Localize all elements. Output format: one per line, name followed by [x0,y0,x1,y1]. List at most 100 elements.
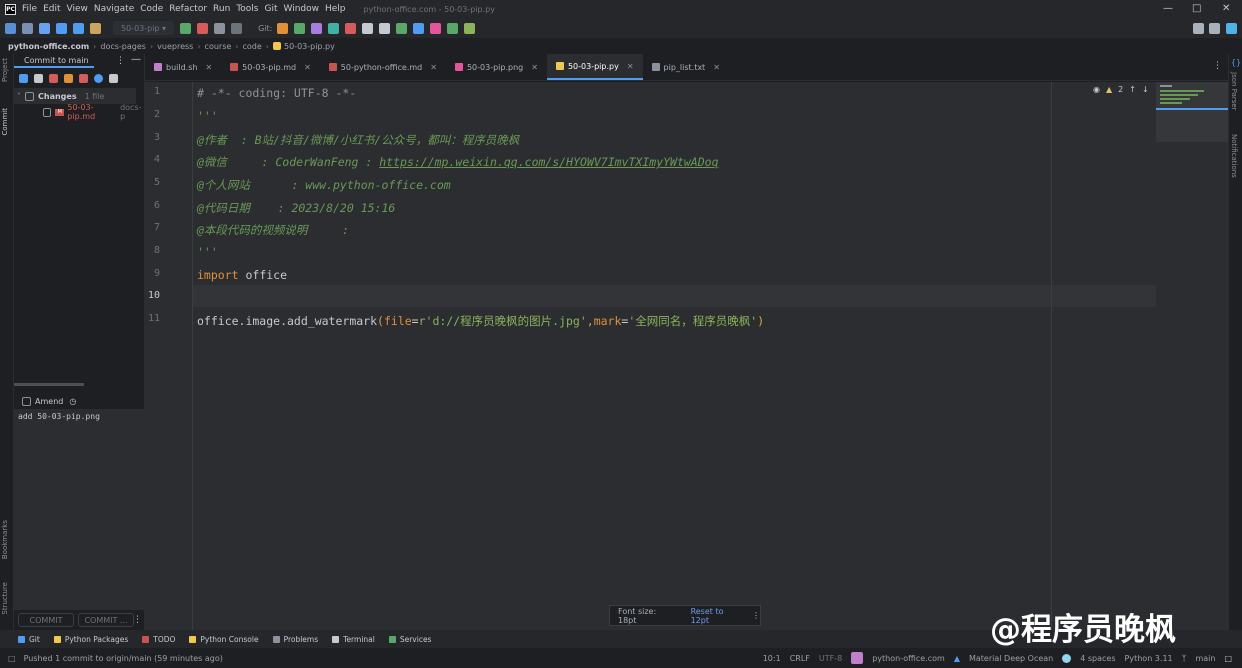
open-folder-icon[interactable] [5,22,16,34]
git-update-icon[interactable] [277,22,289,34]
tool-todo[interactable]: TODO [142,635,175,644]
status-square-icon[interactable]: □ [8,654,16,663]
commit-and-push-button[interactable]: COMMIT ... [78,613,134,627]
commit-button[interactable]: COMMIT [18,613,74,627]
changed-file-row[interactable]: M 50-03-pip.md docs-p [14,103,144,121]
tab-pip-list-txt[interactable]: pip_list.txt ✕ [643,54,729,80]
json-parser-icon[interactable]: {} [1231,58,1241,67]
rollback-icon[interactable] [34,73,43,83]
breadcrumb-root[interactable]: python-office.com [8,42,89,51]
project-tool-tab[interactable]: Project [1,58,9,82]
json-parser-tool-tab[interactable]: Json Parser [1230,72,1238,111]
tool-python-console[interactable]: Python Console [189,635,259,644]
git-push-icon[interactable] [311,22,323,34]
plugin-blue-icon[interactable] [413,22,425,34]
plugin-puzzle-icon[interactable] [447,22,459,34]
code-editor[interactable]: 1 2 3 4 5 6 7 8 9 10 11 # -*- coding: UT… [145,82,1228,630]
git-revert-icon[interactable] [379,22,391,34]
eye-icon[interactable] [94,73,103,83]
next-issue-icon[interactable]: ↓ [1142,85,1149,94]
git-branch-icon[interactable] [328,22,340,34]
run-config-select[interactable]: 50-03-pip ▾ [113,21,175,35]
amend-checkbox[interactable] [22,396,31,406]
wechat-link[interactable]: https://mp.weixin.qq.com/s/HYOWV7ImvTXIm… [379,155,718,169]
diff-icon[interactable] [49,73,58,83]
jetbrains-ai-icon[interactable] [1226,22,1237,34]
breadcrumb-code[interactable]: code [243,42,262,51]
breadcrumb-file[interactable]: 50-03-pip.py [284,42,335,51]
menu-code[interactable]: Code [140,4,163,14]
amend-label[interactable]: Amend [35,397,63,406]
back-icon[interactable] [56,22,67,34]
menu-git[interactable]: Git [264,4,277,14]
python-interpreter[interactable]: Python 3.11 [1125,654,1173,663]
maximize-icon[interactable]: □ [1192,3,1201,14]
stop-icon[interactable] [231,22,243,34]
group-by-icon[interactable] [109,73,118,83]
commit-tool-tab[interactable]: Commit [1,108,9,136]
menu-view[interactable]: View [67,4,88,14]
changes-group[interactable]: ˅ Changes 1 file [14,88,136,104]
tab-50-03-pip-py[interactable]: 50-03-pip.py ✕ [546,54,643,80]
tool-python-packages[interactable]: Python Packages [53,635,128,644]
close-icon[interactable]: ✕ [205,63,212,72]
history-clock-icon[interactable]: ◷ [69,397,76,406]
structure-tool-tab[interactable]: Structure [1,582,9,615]
user-icon[interactable] [90,22,101,34]
menu-refactor[interactable]: Refactor [169,4,207,14]
debug-icon[interactable] [197,22,209,34]
close-window-icon[interactable]: ✕ [1222,3,1230,14]
notifications-tool-tab[interactable]: Notifications [1230,134,1238,178]
git-branch[interactable]: main [1195,654,1215,663]
tab-build-sh[interactable]: build.sh ✕ [145,54,221,80]
close-icon[interactable]: ✕ [304,63,311,72]
tool-services[interactable]: Services [388,635,431,644]
close-icon[interactable]: ✕ [713,63,720,72]
project-name[interactable]: python-office.com [872,654,945,663]
git-history-icon[interactable] [345,22,357,34]
menu-edit[interactable]: Edit [43,4,60,14]
menu-file[interactable]: File [22,4,37,14]
splitter-handle[interactable] [14,383,84,386]
commit-options-icon[interactable]: ⋮ [133,615,142,625]
prev-issue-icon[interactable]: ↑ [1129,85,1136,94]
tab-50-python-office-md[interactable]: 50-python-office.md ✕ [320,54,446,80]
more-options-icon[interactable]: ⋮ [116,56,125,66]
file-encoding[interactable]: UTF-8 [819,654,842,663]
reset-font-link[interactable]: Reset to 12pt [691,607,743,625]
close-icon[interactable]: ✕ [531,63,538,72]
changes-checkbox[interactable] [25,91,34,101]
file-checkbox[interactable] [43,107,52,117]
commit-message-input[interactable]: add 50-03-pip.png [14,409,145,610]
sync-icon[interactable] [39,22,50,34]
status-circle-icon[interactable] [1062,653,1072,663]
menu-window[interactable]: Window [284,4,320,14]
close-icon[interactable]: ✕ [627,62,634,71]
changelist-icon[interactable] [64,73,73,83]
lock-icon[interactable]: □ [1224,654,1232,663]
shelve-icon[interactable] [79,73,88,83]
tab-50-03-pip-png[interactable]: 50-03-pip.png ✕ [446,54,547,80]
tab-50-03-pip-md[interactable]: 50-03-pip.md ✕ [221,54,320,80]
coverage-icon[interactable] [214,22,226,34]
menu-run[interactable]: Run [213,4,230,14]
popup-more-icon[interactable]: ⋮ [752,611,760,620]
plugin-green-icon[interactable] [396,22,408,34]
forward-icon[interactable] [73,22,84,34]
status-message[interactable]: Pushed 1 commit to origin/main (59 minut… [24,654,223,663]
save-all-icon[interactable] [22,22,33,34]
breadcrumb-docs-pages[interactable]: docs-pages [100,42,146,51]
menu-navigate[interactable]: Navigate [94,4,134,14]
inspection-widget[interactable]: ◉ ▲ 2 ↑ ↓ [1093,85,1149,94]
breadcrumb-vuepress[interactable]: vuepress [157,42,193,51]
minimize-icon[interactable]: — [1163,3,1173,14]
chevron-down-icon[interactable]: ˅ [17,92,21,101]
bookmarks-tool-tab[interactable]: Bookmarks [1,520,9,559]
settings-icon[interactable] [1209,22,1220,34]
plugin-pink-icon[interactable] [430,22,442,34]
menu-tools[interactable]: Tools [236,4,258,14]
line-separator[interactable]: CRLF [790,654,810,663]
indent-setting[interactable]: 4 spaces [1080,654,1115,663]
caret-position[interactable]: 10:1 [763,654,781,663]
tab-actions-icon[interactable]: ⋮ [1213,61,1222,71]
